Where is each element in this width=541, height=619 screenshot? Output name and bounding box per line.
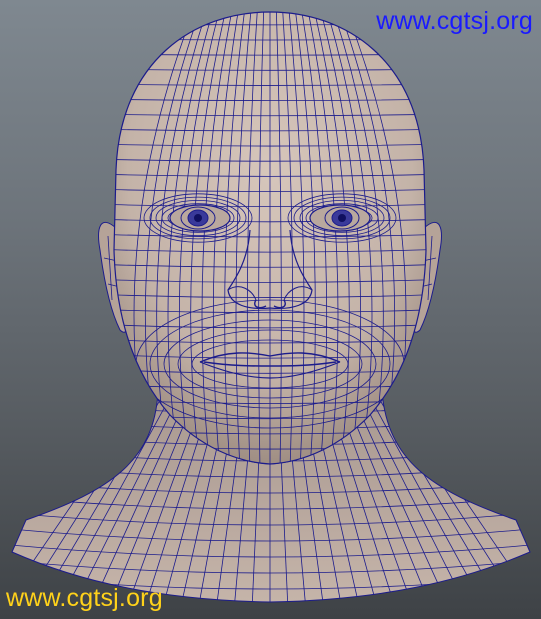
head-wireframe-model[interactable] [0, 0, 541, 619]
eye-left [169, 204, 231, 232]
watermark-top-right: www.cgtsj.org [376, 7, 533, 35]
eye-right [309, 204, 371, 232]
watermark-bottom-left: www.cgtsj.org [6, 584, 163, 612]
modeling-viewport[interactable]: www.cgtsj.org www.cgtsj.org [0, 0, 541, 619]
